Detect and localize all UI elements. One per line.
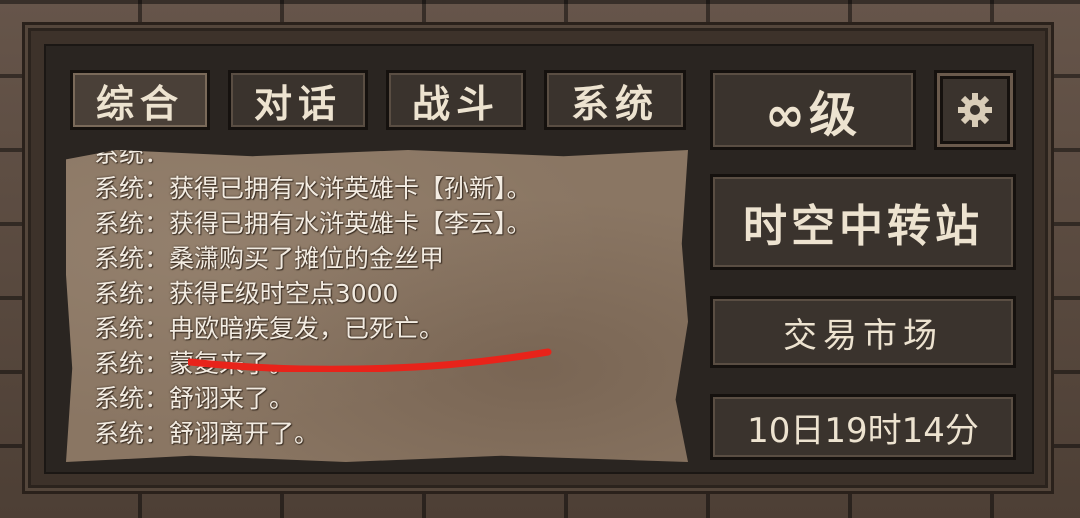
tab-combat[interactable]: 战斗: [386, 70, 526, 130]
chat-log-line: 系统：冉欧暗疾复发，已死亡。: [94, 314, 445, 343]
chat-log-line: 系统：舒诩离开了。: [94, 419, 320, 448]
tab-system[interactable]: 系统: [544, 70, 686, 130]
location-title[interactable]: 时空中转站: [710, 174, 1016, 270]
chat-log-line: 系统：获得E级时空点3000: [94, 279, 399, 308]
gear-icon: [958, 93, 992, 127]
chat-log-line: 系统：桑潇购买了摊位的金丝甲: [94, 244, 445, 273]
chat-log-line: 系统：获得已拥有水浒英雄卡【李云】。: [94, 209, 532, 238]
tab-dialogue[interactable]: 对话: [228, 70, 368, 130]
red-underline-annotation: [188, 348, 552, 372]
chat-log-list: 系统： 系统：获得已拥有水浒英雄卡【孙新】。 系统：获得已拥有水浒英雄卡【李云】…: [94, 150, 678, 451]
market-button[interactable]: 交易市场: [710, 296, 1016, 368]
tab-general[interactable]: 综合: [70, 70, 210, 130]
chat-log-line: 系统：获得已拥有水浒英雄卡【孙新】。: [94, 174, 532, 203]
settings-button[interactable]: [934, 70, 1016, 150]
game-clock: 10日19时14分: [710, 394, 1016, 460]
level-display: ∞级: [710, 70, 916, 150]
chat-log-panel[interactable]: 系统： 系统：获得已拥有水浒英雄卡【孙新】。 系统：获得已拥有水浒英雄卡【李云】…: [66, 150, 688, 462]
chat-log-line: 系统：舒诩来了。: [94, 384, 295, 413]
